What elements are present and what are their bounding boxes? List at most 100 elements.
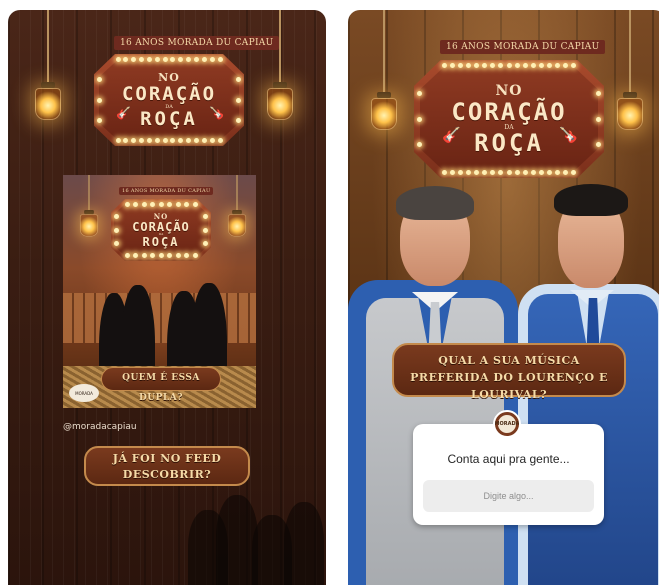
marquee-light <box>538 63 544 68</box>
lamp-icon <box>75 175 103 237</box>
marquee-sign: NO CORAÇÃO DA ROÇA 🎸 🎸 <box>414 60 604 178</box>
guitar-icon: 🎸 <box>116 106 131 120</box>
marquee-light <box>146 57 152 62</box>
marquee-light <box>97 117 102 123</box>
marquee-light <box>458 170 464 175</box>
story-left[interactable]: 16 ANOS MORADA DU CAPIAU NO CORAÇÃO DA R… <box>8 10 326 585</box>
headline-tag: 16 ANOS MORADA DU CAPIAU <box>114 36 280 50</box>
marquee-light <box>571 63 577 68</box>
marquee-light <box>217 57 223 62</box>
marquee-light <box>466 63 472 68</box>
marquee-light <box>554 170 560 175</box>
feed-button[interactable]: JÁ FOI NO FEED DESCOBRIR? <box>84 446 250 486</box>
post-marquee-sign: NO CORAÇÃO DA ROÇA <box>111 199 211 261</box>
marquee-light <box>193 138 199 143</box>
marquee-light <box>209 57 215 62</box>
marquee-light <box>141 253 147 258</box>
marquee-light <box>417 116 422 122</box>
marquee-light <box>217 138 223 143</box>
marquee-light <box>538 170 544 175</box>
marquee-light <box>449 170 455 175</box>
marquee-light <box>193 57 199 62</box>
guitar-icon: 🎸 <box>442 126 461 144</box>
marquee-light <box>178 138 184 143</box>
marquee-light <box>124 202 130 207</box>
marquee-light <box>236 97 241 103</box>
headline-tag: 16 ANOS MORADA DU CAPIAU <box>440 40 606 54</box>
lamp-icon <box>610 10 650 140</box>
marquee-sign: NO CORAÇÃO DA ROÇA 🎸 🎸 <box>94 54 244 146</box>
marquee-light <box>466 170 472 175</box>
marquee-light <box>474 63 480 68</box>
marquee-light <box>131 138 137 143</box>
marquee-light <box>530 63 536 68</box>
marquee-light <box>514 170 520 175</box>
marquee-light <box>192 202 198 207</box>
marquee-light <box>498 63 504 68</box>
sign-lights <box>414 60 604 178</box>
marquee-light <box>596 116 601 122</box>
question-sticker[interactable]: Conta aqui pra gente... Digite algo... <box>413 424 604 525</box>
marquee-light <box>236 77 241 83</box>
marquee-light <box>506 170 512 175</box>
post-tag: 16 ANOS MORADA DU CAPIAU <box>119 187 214 195</box>
marquee-light <box>490 63 496 68</box>
marquee-light <box>203 213 208 219</box>
lamp-icon <box>364 10 404 140</box>
marquee-light <box>417 90 422 96</box>
post-question-pill: QUEM É ESSA DUPLA? <box>101 367 221 403</box>
marquee-light <box>186 57 192 62</box>
avatar: MORADA <box>493 410 521 438</box>
marquee-light <box>131 57 137 62</box>
marquee-light <box>482 170 488 175</box>
marquee-light <box>146 138 152 143</box>
marquee-light <box>458 63 464 68</box>
marquee-light <box>175 202 181 207</box>
marquee-light <box>203 227 208 233</box>
avatar-text: MORADA <box>495 415 519 433</box>
marquee-light <box>474 170 480 175</box>
crowd-silhouette <box>284 502 324 585</box>
marquee-light <box>133 202 138 207</box>
post-handle[interactable]: @moradacapiau <box>63 422 137 432</box>
marquee-light <box>178 57 184 62</box>
marquee-light <box>150 202 155 207</box>
marquee-light <box>158 202 164 207</box>
marquee-light <box>124 253 130 258</box>
marquee-light <box>482 63 488 68</box>
marquee-light <box>522 170 528 175</box>
marquee-light <box>175 253 181 258</box>
marquee-light <box>417 142 422 148</box>
marquee-light <box>571 170 577 175</box>
fence <box>63 293 256 343</box>
shared-post[interactable]: 16 ANOS MORADA DU CAPIAU NO CORAÇÃO DA R… <box>63 175 256 408</box>
guitar-icon: 🎸 <box>559 126 578 144</box>
marquee-light <box>133 253 138 258</box>
marquee-light <box>203 241 208 247</box>
marquee-light <box>114 241 119 247</box>
marquee-light <box>123 138 129 143</box>
marquee-light <box>201 57 207 62</box>
marquee-light <box>97 97 102 103</box>
marquee-light <box>514 63 520 68</box>
marquee-light <box>154 57 160 62</box>
marquee-light <box>201 138 207 143</box>
marquee-light <box>170 57 176 62</box>
marquee-light <box>115 57 121 62</box>
marquee-light <box>596 90 601 96</box>
marquee-light <box>123 57 129 62</box>
marquee-light <box>114 213 119 219</box>
marquee-light <box>97 77 102 83</box>
marquee-light <box>154 138 160 143</box>
marquee-light <box>441 63 447 68</box>
marquee-light <box>209 138 215 143</box>
marquee-light <box>596 142 601 148</box>
post-logo: MORADA <box>69 384 99 402</box>
marquee-light <box>546 63 552 68</box>
marquee-light <box>563 63 569 68</box>
marquee-light <box>162 57 168 62</box>
marquee-light <box>139 57 145 62</box>
answer-input[interactable]: Digite algo... <box>423 480 594 512</box>
marquee-light <box>530 170 536 175</box>
marquee-light <box>449 63 455 68</box>
